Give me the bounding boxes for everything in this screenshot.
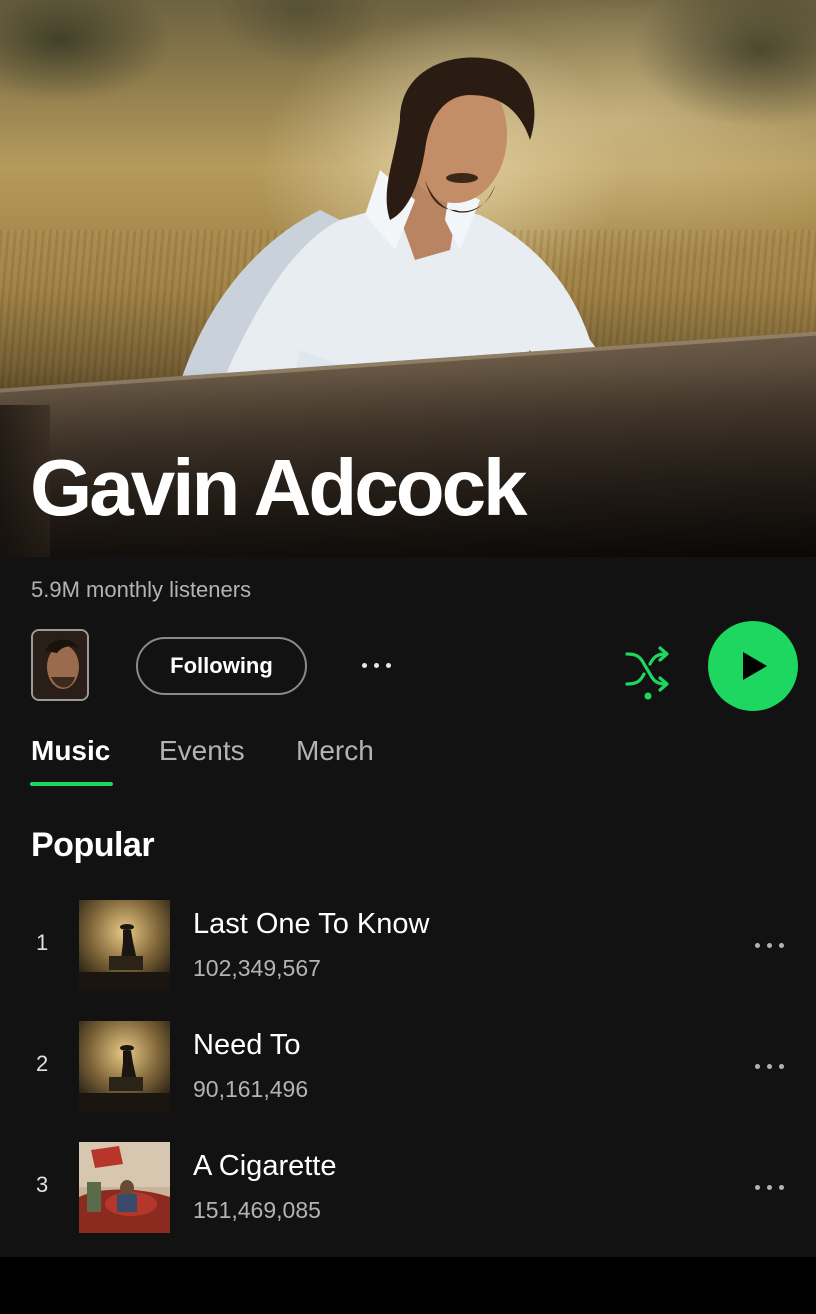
artist-thumbnail-image xyxy=(33,631,87,699)
artist-name: Gavin Adcock xyxy=(30,443,528,532)
tab-music[interactable]: Music xyxy=(31,735,110,767)
shuffle-button[interactable] xyxy=(620,640,676,704)
track-play-count: 151,469,085 xyxy=(193,1197,321,1223)
track-more-button[interactable] xyxy=(746,930,792,960)
play-icon xyxy=(743,652,767,680)
tab-events[interactable]: Events xyxy=(159,735,245,767)
track-cover xyxy=(79,1142,170,1233)
track-rank: 3 xyxy=(36,1172,49,1197)
artist-header-image: Gavin Adcock xyxy=(0,0,816,557)
more-horizontal-icon xyxy=(754,942,784,948)
shuffle-icon xyxy=(625,646,669,700)
track-play-count: 90,161,496 xyxy=(193,1076,309,1102)
more-horizontal-icon xyxy=(754,1063,784,1069)
more-horizontal-icon xyxy=(361,662,391,668)
play-button[interactable] xyxy=(708,621,798,711)
track-row[interactable]: 1 Last One To Know 102,349,567 xyxy=(0,898,816,992)
track-more-button[interactable] xyxy=(746,1172,792,1202)
active-tab-indicator xyxy=(30,782,113,786)
track-play-count: 102,349,567 xyxy=(193,955,321,981)
more-options-button[interactable] xyxy=(353,650,399,680)
monthly-listeners: 5.9M monthly listeners xyxy=(31,577,252,602)
following-button[interactable]: Following xyxy=(136,637,307,695)
track-row[interactable]: 2 Need To 90,161,496 xyxy=(0,1019,816,1113)
popular-section-title: Popular xyxy=(31,826,155,864)
track-title: Need To xyxy=(193,1029,301,1061)
track-row[interactable]: 3 A Cigarette 151,469,085 xyxy=(0,1140,816,1234)
track-cover xyxy=(79,900,170,991)
track-more-button[interactable] xyxy=(746,1051,792,1081)
track-rank: 2 xyxy=(36,1051,49,1076)
artist-thumbnail[interactable] xyxy=(31,629,89,701)
bottom-bar xyxy=(0,1257,816,1314)
track-rank: 1 xyxy=(36,930,49,955)
more-horizontal-icon xyxy=(754,1184,784,1190)
track-title: Last One To Know xyxy=(193,908,430,940)
track-cover xyxy=(79,1021,170,1112)
tab-merch[interactable]: Merch xyxy=(296,735,374,767)
track-title: A Cigarette xyxy=(193,1150,337,1182)
